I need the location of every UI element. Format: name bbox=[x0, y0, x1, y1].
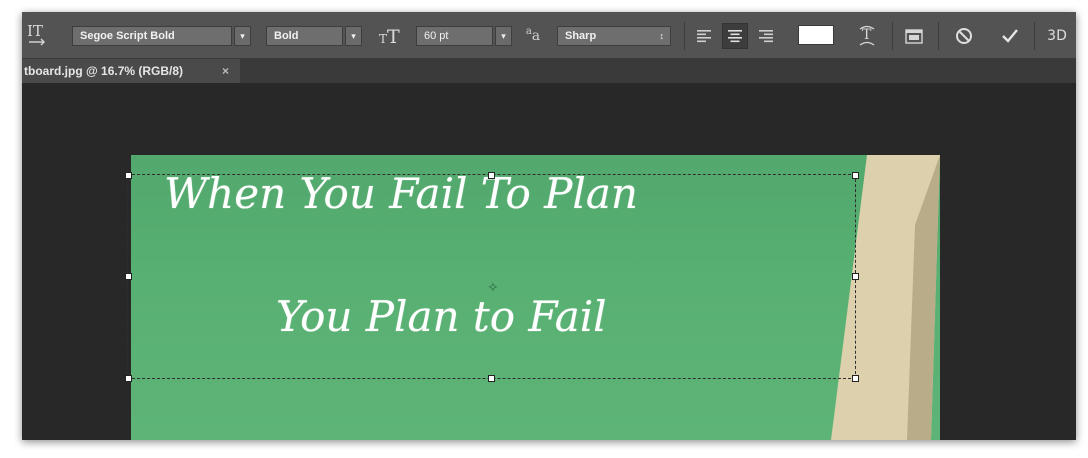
document-tab-title: tboard.jpg @ 16.7% (RGB/8) bbox=[24, 64, 184, 78]
chevron-down-icon: ▾ bbox=[501, 30, 506, 41]
svg-text:T: T bbox=[379, 32, 387, 46]
align-center-icon bbox=[728, 30, 742, 43]
options-separator bbox=[684, 22, 685, 50]
character-panel-icon bbox=[905, 29, 923, 44]
bbox-handle-top-right[interactable] bbox=[852, 172, 859, 179]
font-family-dropdown[interactable]: ▾ bbox=[234, 26, 251, 46]
character-panel-button[interactable] bbox=[902, 24, 926, 48]
font-size-select[interactable]: 60 pt bbox=[416, 26, 493, 46]
document-tab-strip: tboard.jpg @ 16.7% (RGB/8) × bbox=[22, 59, 1076, 83]
align-right-button[interactable] bbox=[754, 24, 778, 48]
font-size-dropdown[interactable]: ▾ bbox=[495, 26, 512, 46]
options-separator bbox=[938, 22, 939, 50]
bbox-handle-middle-left[interactable] bbox=[125, 273, 132, 280]
canvas-area[interactable]: When You Fail To Plan You Plan to Fail ✧ bbox=[22, 83, 1076, 440]
font-size-button: T T bbox=[378, 24, 404, 48]
bbox-handle-bottom-center[interactable] bbox=[488, 375, 495, 382]
anti-alias-label: aa bbox=[522, 25, 544, 47]
type-options-bar: IT Segoe Script Bold ▾ Bold ▾ T T 60 pt … bbox=[22, 12, 1076, 59]
reference-point-icon[interactable]: ✧ bbox=[487, 279, 499, 296]
svg-text:T: T bbox=[387, 26, 400, 47]
anti-alias-icon: a bbox=[525, 26, 532, 37]
warp-text-button[interactable]: T bbox=[854, 22, 880, 50]
font-size-value: 60 pt bbox=[424, 30, 449, 42]
cancel-icon bbox=[956, 28, 972, 44]
bbox-handle-bottom-right[interactable] bbox=[852, 375, 859, 382]
cancel-edit-button[interactable] bbox=[952, 24, 976, 48]
bbox-handle-top-center[interactable] bbox=[488, 172, 495, 179]
options-separator bbox=[1034, 22, 1035, 50]
commit-edit-button[interactable] bbox=[997, 24, 1023, 48]
font-style-dropdown[interactable]: ▾ bbox=[345, 26, 362, 46]
chevron-down-icon: ▾ bbox=[240, 30, 245, 41]
chevron-down-icon: ▾ bbox=[351, 30, 356, 41]
font-style-select[interactable]: Bold bbox=[266, 26, 343, 46]
font-style-value: Bold bbox=[274, 30, 299, 42]
font-size-icon: T T bbox=[379, 26, 400, 47]
warp-text-icon: T bbox=[859, 25, 875, 46]
bbox-handle-top-left[interactable] bbox=[125, 172, 132, 179]
create-3d-button[interactable]: 3D bbox=[1042, 24, 1072, 48]
anti-alias-value: Sharp bbox=[565, 30, 597, 42]
svg-text:T: T bbox=[862, 27, 872, 43]
document-tab[interactable]: tboard.jpg @ 16.7% (RGB/8) × bbox=[22, 59, 240, 83]
font-family-value: Segoe Script Bold bbox=[80, 30, 175, 42]
bbox-handle-bottom-left[interactable] bbox=[125, 375, 132, 382]
text-orientation-button[interactable]: IT bbox=[24, 20, 50, 50]
bbox-handle-middle-right[interactable] bbox=[852, 273, 859, 280]
options-separator bbox=[892, 22, 893, 50]
align-center-button[interactable] bbox=[722, 23, 748, 49]
anti-alias-subscript: a bbox=[531, 28, 541, 44]
updown-chevron-icon: ↕ bbox=[659, 31, 665, 41]
svg-text:IT: IT bbox=[27, 22, 43, 40]
close-tab-icon[interactable]: × bbox=[222, 59, 229, 83]
font-family-select[interactable]: Segoe Script Bold bbox=[72, 26, 232, 46]
checkmark-icon bbox=[1002, 29, 1018, 43]
align-left-button[interactable] bbox=[692, 24, 716, 48]
photoshop-window: IT Segoe Script Bold ▾ Bold ▾ T T 60 pt … bbox=[22, 12, 1076, 440]
text-color-swatch[interactable] bbox=[798, 25, 834, 45]
text-orientation-icon: IT bbox=[27, 22, 45, 46]
text-bounding-box[interactable] bbox=[127, 174, 856, 379]
align-left-icon bbox=[697, 30, 711, 43]
anti-alias-select[interactable]: Sharp ↕ bbox=[557, 26, 671, 46]
3d-label: 3D bbox=[1047, 28, 1067, 44]
align-right-icon bbox=[759, 30, 773, 43]
